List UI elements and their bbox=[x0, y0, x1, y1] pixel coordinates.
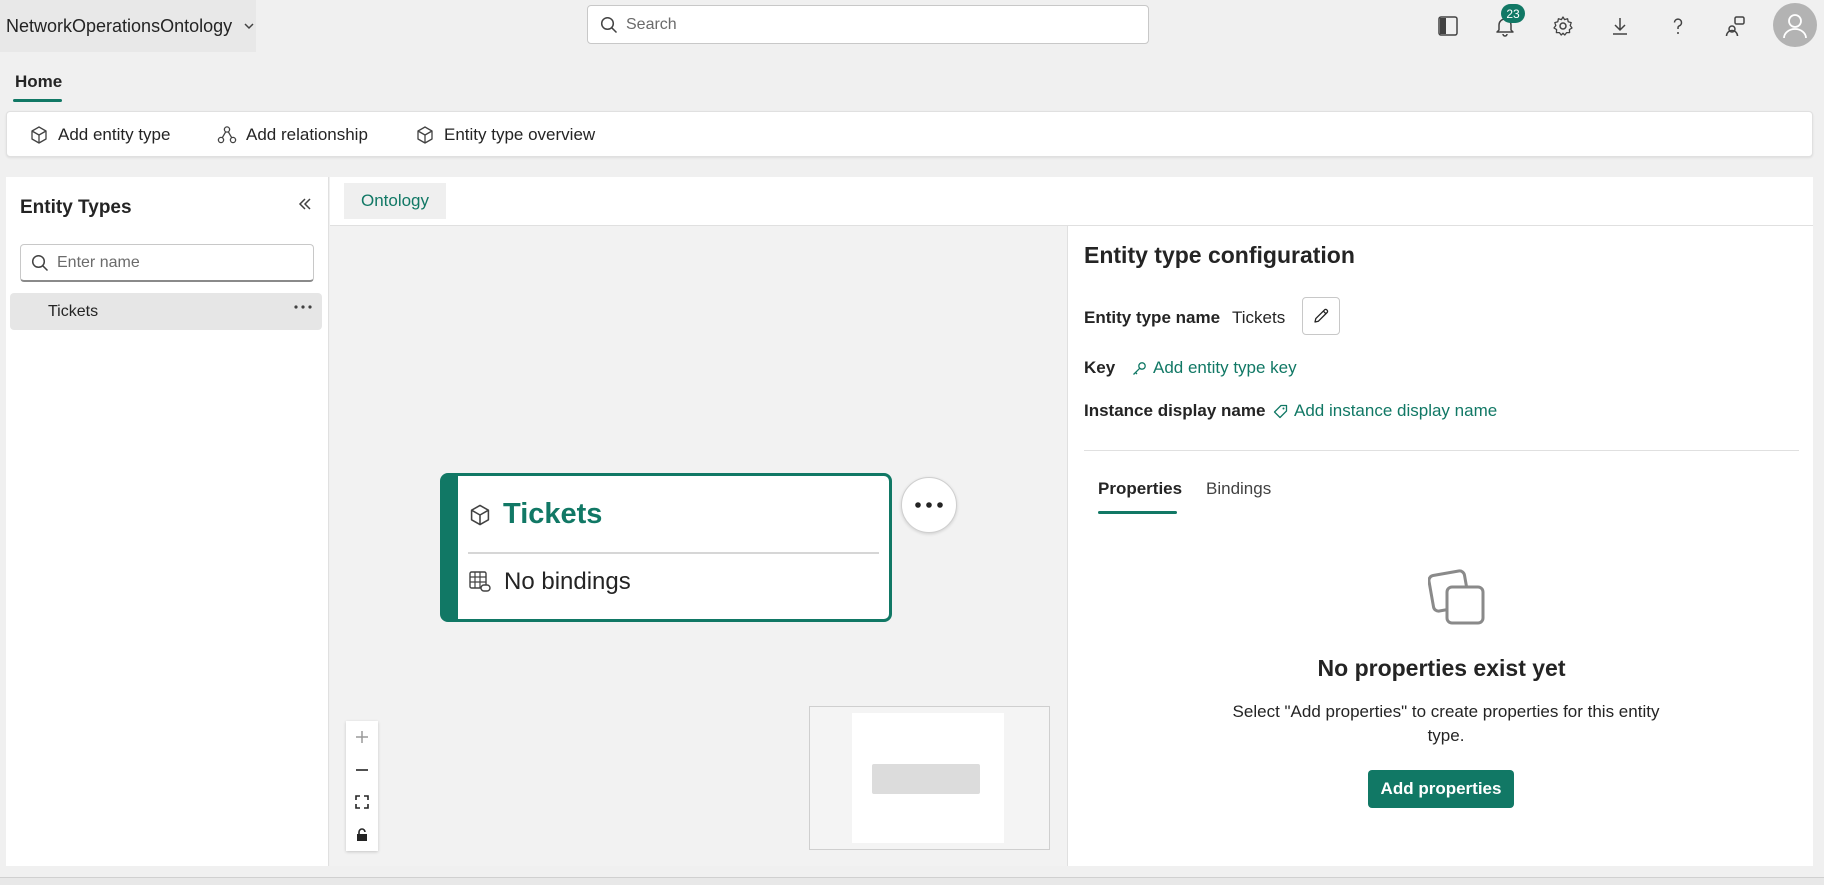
entity-type-name-value: Tickets bbox=[1232, 308, 1286, 327]
node-header: Tickets bbox=[468, 498, 602, 531]
entity-type-name-label: Entity type name bbox=[1084, 308, 1221, 327]
entity-node[interactable]: Tickets No bindings bbox=[440, 473, 892, 622]
list-item[interactable]: Tickets bbox=[10, 293, 322, 330]
empty-state-title: No properties exist yet bbox=[1317, 655, 1566, 681]
list-item-label: Tickets bbox=[48, 302, 99, 320]
entity-type-overview-label: Entity type overview bbox=[444, 125, 596, 144]
tab-ontology[interactable]: Ontology bbox=[344, 183, 446, 219]
tab-home-indicator bbox=[13, 99, 62, 102]
tab-home[interactable]: Home bbox=[15, 72, 62, 92]
add-entity-type-label: Add entity type bbox=[58, 125, 171, 144]
config-title: Entity type configuration bbox=[1084, 242, 1355, 268]
divider bbox=[468, 552, 879, 554]
entity-types-panel: Entity Types Tickets bbox=[6, 177, 329, 866]
search-icon bbox=[31, 254, 49, 272]
zoom-controls bbox=[346, 721, 378, 851]
key-icon bbox=[1132, 361, 1147, 376]
tab-properties[interactable]: Properties bbox=[1098, 479, 1182, 499]
empty-state-icon bbox=[1428, 568, 1488, 626]
minimap-viewport bbox=[852, 713, 1004, 843]
add-entity-type-button[interactable]: Add entity type bbox=[29, 112, 170, 158]
instance-display-name-label: Instance display name bbox=[1084, 401, 1266, 420]
ribbon-toolbar: Add entity type Add relationship Entity … bbox=[6, 111, 1813, 157]
workspace-switcher[interactable]: NetworkOperationsOntology bbox=[0, 0, 256, 52]
user-avatar-icon[interactable] bbox=[1773, 3, 1817, 47]
key-label: Key bbox=[1084, 358, 1116, 377]
add-entity-type-key-link[interactable]: Add entity type key bbox=[1132, 358, 1297, 378]
fit-view-icon[interactable] bbox=[346, 786, 378, 819]
node-more-button[interactable] bbox=[901, 477, 957, 533]
ontology-canvas[interactable]: Tickets No bindings bbox=[330, 226, 1068, 866]
entity-filter-input[interactable] bbox=[57, 253, 297, 272]
notification-badge: 23 bbox=[1501, 4, 1525, 23]
tab-properties-indicator bbox=[1098, 511, 1177, 514]
pencil-icon bbox=[1312, 307, 1330, 325]
add-instance-display-name-link[interactable]: Add instance display name bbox=[1273, 401, 1497, 421]
entity-type-overview-button[interactable]: Entity type overview bbox=[415, 112, 595, 158]
node-binding-status: No bindings bbox=[468, 568, 631, 596]
chevron-down-icon bbox=[242, 19, 256, 33]
help-icon[interactable] bbox=[1660, 8, 1696, 44]
search-icon bbox=[600, 16, 618, 34]
panel-title: Entity Types bbox=[20, 197, 132, 218]
top-bar: NetworkOperationsOntology 23 bbox=[0, 0, 1824, 52]
main-panel: Ontology Tickets No bindings Entity type… bbox=[330, 177, 1813, 866]
tag-icon bbox=[1273, 404, 1288, 419]
share-icon[interactable] bbox=[1717, 8, 1753, 44]
global-search[interactable] bbox=[587, 5, 1149, 44]
lock-icon[interactable] bbox=[346, 819, 378, 852]
minimap[interactable] bbox=[809, 706, 1050, 850]
empty-state-description: Select "Add properties" to create proper… bbox=[1232, 702, 1660, 745]
cube-icon bbox=[415, 125, 435, 145]
zoom-out-icon[interactable] bbox=[346, 754, 378, 787]
table-link-icon bbox=[468, 570, 492, 594]
gear-icon[interactable] bbox=[1545, 8, 1581, 44]
search-input[interactable] bbox=[626, 15, 1106, 34]
edit-name-button[interactable] bbox=[1302, 297, 1340, 335]
relationship-icon bbox=[217, 125, 237, 145]
add-relationship-label: Add relationship bbox=[246, 125, 368, 144]
window-bottom-edge bbox=[0, 877, 1824, 885]
cube-icon bbox=[29, 125, 49, 145]
panel-toggle-icon[interactable] bbox=[1430, 8, 1466, 44]
add-instance-display-name-label: Add instance display name bbox=[1294, 401, 1498, 420]
collapse-panel-icon[interactable] bbox=[296, 195, 314, 213]
download-icon[interactable] bbox=[1602, 8, 1638, 44]
add-entity-type-key-label: Add entity type key bbox=[1153, 358, 1297, 377]
node-binding-label: No bindings bbox=[504, 568, 631, 595]
minimap-node bbox=[872, 764, 980, 794]
cube-icon bbox=[468, 503, 492, 527]
more-options-icon[interactable] bbox=[294, 305, 312, 309]
node-title: Tickets bbox=[503, 498, 603, 530]
entity-filter[interactable] bbox=[20, 244, 314, 282]
zoom-in-icon[interactable] bbox=[346, 721, 378, 754]
workspace-name: NetworkOperationsOntology bbox=[6, 15, 233, 36]
divider bbox=[1084, 450, 1799, 451]
add-relationship-button[interactable]: Add relationship bbox=[217, 112, 368, 158]
entity-type-configuration: Entity type configuration Entity type na… bbox=[1084, 226, 1802, 866]
add-properties-button[interactable]: Add properties bbox=[1368, 770, 1514, 808]
tab-bindings[interactable]: Bindings bbox=[1206, 479, 1271, 499]
